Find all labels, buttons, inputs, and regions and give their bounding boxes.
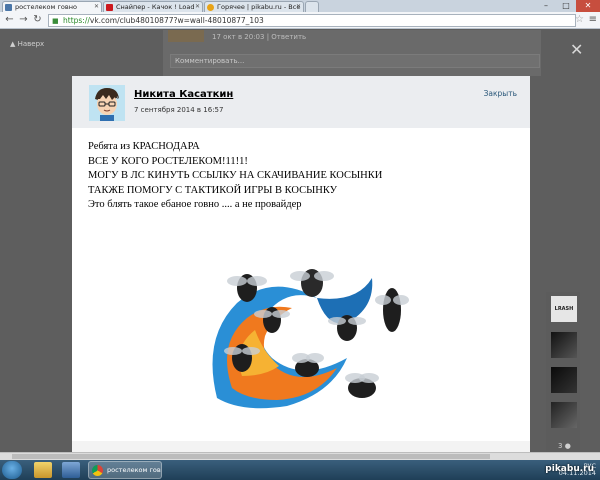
post-line: МОГУ В ЛС КИНУТЬ ССЫЛКУ НА СКАЧИВАНИЕ КО… [88, 170, 383, 181]
pikabu-favicon-icon [207, 4, 214, 11]
address-bar-row: ← → ↻ ■ https://vk.com/club48010877?w=wa… [0, 12, 600, 29]
author-name-link[interactable]: Никита Касаткин [134, 89, 233, 100]
user-icon: ● [564, 442, 571, 450]
fly-icon [345, 373, 379, 398]
url-input[interactable]: ■ https://vk.com/club48010877?w=wall-480… [48, 14, 576, 27]
post-date[interactable]: 7 сентября 2014 в 16:57 [134, 106, 223, 114]
post-line: Ребята из КРАСНОДАРА [88, 141, 200, 152]
window-controls: – □ ✕ [536, 0, 600, 12]
post-footer [72, 441, 530, 452]
reload-icon[interactable]: ↻ [31, 14, 44, 27]
post-line: Это блять такое ебаное говно .... а не п… [88, 199, 302, 210]
liker-avatar[interactable] [551, 332, 577, 358]
lock-icon: ■ [52, 17, 59, 25]
modal-close-link[interactable]: Закрыть [484, 89, 517, 98]
background-post-meta: 17 окт в 20:03 | Ответить [212, 33, 307, 41]
background-post-thumbnail [168, 30, 204, 42]
scroll-to-top-link[interactable]: ▲ Наверх [10, 40, 44, 48]
maximize-button[interactable]: □ [556, 0, 576, 12]
forward-arrow-icon[interactable]: → [17, 14, 30, 27]
liker-avatar[interactable] [551, 367, 577, 393]
taskbar: ростелеком говно... РУС 04.11.2014 [0, 460, 600, 480]
firefox-flies-image[interactable] [197, 248, 417, 418]
overlay-close-icon[interactable]: ✕ [570, 42, 583, 58]
chrome-icon [92, 465, 103, 476]
post-modal: Никита Касаткин 7 сентября 2014 в 16:57 … [72, 76, 530, 452]
bookmark-star-icon[interactable]: ☆ [575, 14, 584, 25]
tab-close-icon[interactable]: ✕ [296, 2, 301, 12]
fly-icon [328, 315, 366, 341]
tab-rostelecom[interactable]: ростелеком говно ✕ [2, 1, 102, 12]
post-header: Никита Касаткин 7 сентября 2014 в 16:57 … [72, 76, 530, 128]
back-arrow-icon[interactable]: ← [3, 14, 16, 27]
post-line: ВСЕ У КОГО РОСТЕЛЕКОМ!11!1! [88, 155, 248, 167]
liker-avatar[interactable]: LRASH [551, 296, 577, 322]
likes-count[interactable]: 3 ● [558, 442, 571, 450]
youtube-favicon-icon [106, 4, 113, 11]
pikabu-watermark: pikabu.ru [545, 464, 594, 474]
browser-tab-strip: ростелеком говно ✕ Снайпер - Качок ! Loa… [0, 0, 600, 12]
reply-link[interactable]: Ответить [271, 33, 306, 41]
horizontal-scrollbar[interactable] [0, 452, 600, 460]
tab-close-icon[interactable]: ✕ [195, 2, 200, 12]
new-tab-button[interactable] [305, 1, 319, 12]
minimize-button[interactable]: – [536, 0, 556, 12]
tab-pikabu[interactable]: Горячее | pikabu.ru - Все ✕ [204, 1, 304, 12]
fly-icon [375, 288, 409, 332]
taskbar-chrome-app[interactable]: ростелеком говно... [88, 461, 162, 479]
start-button[interactable] [2, 461, 22, 479]
tab-close-icon[interactable]: ✕ [94, 2, 99, 12]
window-close-button[interactable]: ✕ [576, 0, 600, 12]
tab-sniper[interactable]: Снайпер - Качок ! Load ✕ [103, 1, 203, 12]
media-app-icon[interactable] [62, 462, 80, 478]
post-line: ТАКЖЕ ПОМОГУ С ТАКТИКОЙ ИГРЫ В КОСЫНКУ [88, 184, 338, 196]
vk-favicon-icon [5, 4, 12, 11]
liker-avatar[interactable] [551, 402, 577, 428]
author-avatar[interactable] [89, 85, 125, 121]
post-text: Ребята из КРАСНОДАРА ВСЕ У КОГО РОСТЕЛЕК… [88, 140, 508, 213]
menu-icon[interactable]: ≡ [589, 15, 597, 25]
explorer-icon[interactable] [34, 462, 52, 478]
comment-input[interactable]: Комментировать... [170, 54, 540, 68]
scrollbar-thumb[interactable] [12, 454, 490, 459]
